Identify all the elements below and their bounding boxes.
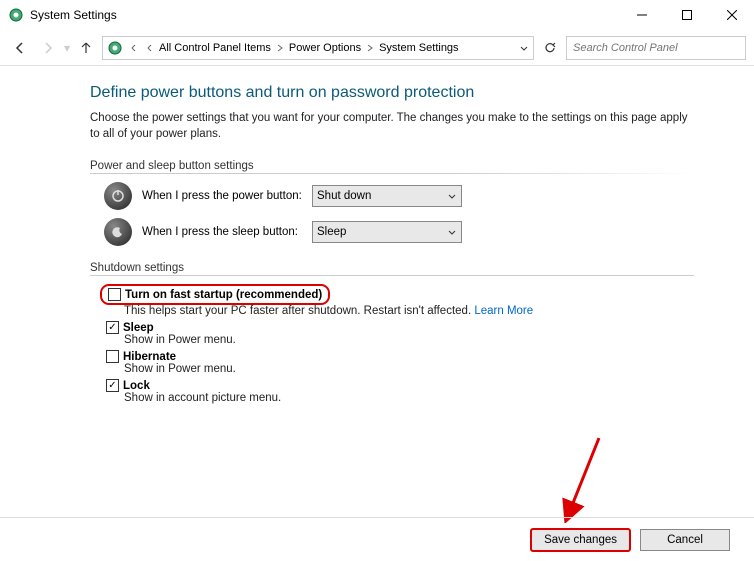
sleep-button-dropdown[interactable]: Sleep (312, 221, 462, 243)
hibernate-checkbox-label: Hibernate (123, 351, 176, 363)
lock-checkbox-desc: Show in account picture menu. (124, 392, 694, 404)
save-button-label: Save changes (544, 534, 617, 546)
lock-checkbox-label: Lock (123, 380, 150, 392)
fast-startup-checkbox[interactable] (108, 288, 121, 301)
chevron-down-icon (447, 227, 457, 237)
search-input[interactable] (566, 36, 746, 60)
chevron-right-icon (366, 44, 374, 52)
nav-separator: ▾ (64, 41, 70, 55)
save-changes-button[interactable]: Save changes (531, 529, 630, 551)
chevron-right-icon (276, 44, 284, 52)
cancel-button[interactable]: Cancel (640, 529, 730, 551)
window-controls (619, 0, 754, 30)
sleep-checkbox-label: Sleep (123, 322, 154, 334)
chevron-left-icon (146, 44, 154, 52)
sleep-button-label: When I press the sleep button: (142, 226, 312, 238)
fast-startup-label: Turn on fast startup (recommended) (125, 289, 322, 301)
highlight-fast-startup: Turn on fast startup (recommended) (100, 284, 330, 305)
section-header-button-settings: Power and sleep button settings (90, 160, 694, 174)
power-icon (104, 182, 132, 210)
breadcrumb-icon (107, 40, 123, 56)
titlebar: System Settings (0, 0, 754, 30)
dropdown-value: Sleep (317, 226, 346, 238)
annotation-arrow (554, 433, 614, 523)
sleep-icon (104, 218, 132, 246)
footer: Save changes Cancel (0, 517, 754, 561)
page-description: Choose the power settings that you want … (90, 110, 694, 142)
cancel-button-label: Cancel (667, 534, 703, 546)
hibernate-checkbox-desc: Show in Power menu. (124, 363, 694, 375)
back-button[interactable] (8, 36, 32, 60)
navbar: ▾ All Control Panel Items Power Options … (0, 30, 754, 66)
dropdown-value: Shut down (317, 190, 371, 202)
power-button-label: When I press the power button: (142, 190, 312, 202)
sleep-checkbox-desc: Show in Power menu. (124, 334, 694, 346)
page-title: Define power buttons and turn on passwor… (90, 84, 694, 102)
breadcrumb-item[interactable]: Power Options (289, 42, 361, 54)
breadcrumb-item[interactable]: All Control Panel Items (159, 42, 271, 54)
window-title: System Settings (30, 8, 619, 22)
breadcrumb[interactable]: All Control Panel Items Power Options Sy… (102, 36, 534, 60)
lock-checkbox[interactable]: ✓ (106, 379, 119, 392)
close-button[interactable] (709, 0, 754, 30)
sleep-checkbox[interactable]: ✓ (106, 321, 119, 334)
breadcrumb-item[interactable]: System Settings (379, 42, 458, 54)
hibernate-checkbox[interactable] (106, 350, 119, 363)
refresh-button[interactable] (538, 36, 562, 60)
chevron-left-icon (130, 44, 138, 52)
content-area: Define power buttons and turn on passwor… (0, 66, 754, 404)
forward-button[interactable] (36, 36, 60, 60)
app-icon (8, 7, 24, 23)
fast-startup-desc: This helps start your PC faster after sh… (124, 305, 474, 317)
learn-more-link[interactable]: Learn More (474, 305, 533, 317)
breadcrumb-dropdown[interactable] (519, 43, 529, 53)
minimize-button[interactable] (619, 0, 664, 30)
power-button-row: When I press the power button: Shut down (104, 182, 694, 210)
maximize-button[interactable] (664, 0, 709, 30)
sleep-button-row: When I press the sleep button: Sleep (104, 218, 694, 246)
power-button-dropdown[interactable]: Shut down (312, 185, 462, 207)
section-header-shutdown: Shutdown settings (90, 262, 694, 276)
chevron-down-icon (447, 191, 457, 201)
up-button[interactable] (74, 36, 98, 60)
